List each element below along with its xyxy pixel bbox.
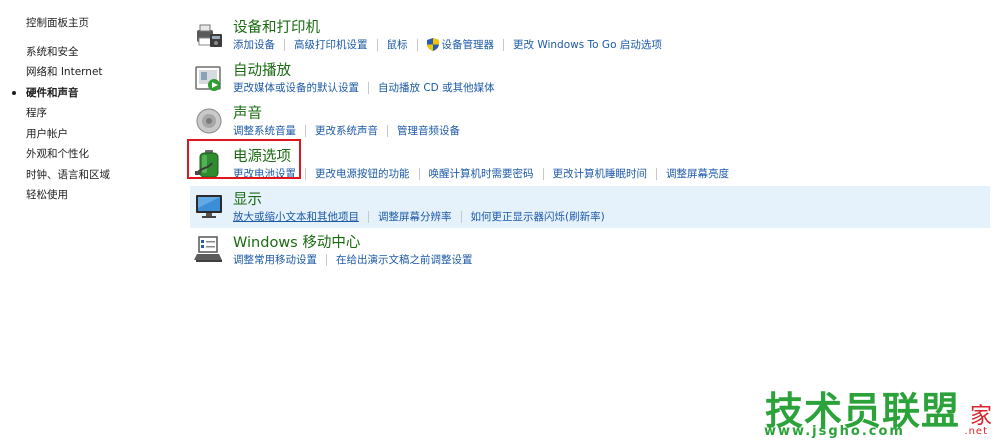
watermark: 技术员联盟 家 www.jsgho.com .net [760, 384, 992, 444]
watermark-url: www.jsgho.com [764, 424, 905, 439]
uac-shield-icon [426, 38, 439, 51]
category-links-mobility-center: 调整常用移动设置 在给出演示文稿之前调整设置 [233, 252, 473, 267]
sidebar-item-clock-language-region[interactable]: 时钟、语言和区域 [26, 165, 176, 186]
link-separator [284, 38, 285, 51]
category-title-mobility-center[interactable]: Windows 移动中心 [233, 231, 360, 252]
watermark-net: .net [964, 426, 988, 437]
link-separator [460, 210, 462, 223]
autoplay-icon[interactable] [194, 61, 224, 93]
category-title-autoplay[interactable]: 自动播放 [233, 59, 291, 80]
link-advanced-printer-setup[interactable]: 高级打印机设置 [294, 37, 368, 52]
link-separator [368, 210, 369, 223]
link-change-system-sounds[interactable]: 更改系统声音 [315, 123, 378, 138]
category-links-display: 放大或缩小文本和其他项目 调整屏幕分辨率 如何更正显示器闪烁(刷新率) [233, 209, 605, 224]
sidebar: 控制面板主页 系统和安全 网络和 Internet 硬件和声音 程序 用户帐户 … [12, 13, 176, 206]
mobility-center-icon[interactable] [194, 233, 224, 265]
category-display: 显示 放大或缩小文本和其他项目 调整屏幕分辨率 如何更正显示器闪烁(刷新率) [190, 186, 990, 228]
speaker-icon[interactable] [194, 104, 224, 136]
sidebar-item-appearance[interactable]: 外观和个性化 [26, 144, 176, 165]
sidebar-item-hardware-sound[interactable]: 硬件和声音 [12, 83, 176, 104]
link-separator [416, 38, 418, 51]
link-require-password-on-wakeup[interactable]: 唤醒计算机时需要密码 [429, 166, 534, 181]
link-separator [368, 81, 369, 94]
battery-icon[interactable] [194, 147, 224, 179]
link-change-battery-settings[interactable]: 更改电池设置 [233, 166, 296, 181]
sidebar-item-system-security[interactable]: 系统和安全 [26, 42, 176, 63]
category-autoplay: 自动播放 更改媒体或设备的默认设置 自动播放 CD 或其他媒体 [190, 57, 990, 99]
link-change-sleep-time[interactable]: 更改计算机睡眠时间 [553, 166, 648, 181]
link-change-power-button-function[interactable]: 更改电源按钮的功能 [315, 166, 410, 181]
category-title-power-options[interactable]: 电源选项 [233, 145, 291, 166]
link-separator [387, 124, 388, 137]
link-adjust-screen-brightness[interactable]: 调整屏幕亮度 [666, 166, 729, 181]
category-sound: 声音 调整系统音量 更改系统声音 管理音频设备 [190, 100, 990, 142]
category-title-devices-printers[interactable]: 设备和打印机 [233, 16, 320, 37]
sidebar-item-network-internet[interactable]: 网络和 Internet [26, 62, 176, 83]
category-title-sound[interactable]: 声音 [233, 102, 262, 123]
link-windows-to-go-startup[interactable]: 更改 Windows To Go 启动选项 [513, 37, 662, 52]
link-device-manager[interactable]: 设备管理器 [426, 37, 495, 52]
category-title-display[interactable]: 显示 [233, 188, 262, 209]
link-device-manager-label: 设备管理器 [441, 39, 495, 51]
link-separator [656, 167, 657, 180]
link-change-default-media-settings[interactable]: 更改媒体或设备的默认设置 [233, 80, 359, 95]
printer-icon[interactable] [194, 18, 224, 50]
category-devices-printers: 设备和打印机 添加设备 高级打印机设置 鼠标 设备管理器 更改 Windows … [190, 14, 990, 56]
link-add-device[interactable]: 添加设备 [233, 37, 275, 52]
link-separator [503, 38, 504, 51]
category-links-autoplay: 更改媒体或设备的默认设置 自动播放 CD 或其他媒体 [233, 80, 495, 95]
link-presentation-settings[interactable]: 在给出演示文稿之前调整设置 [336, 252, 473, 267]
link-adjust-screen-resolution[interactable]: 调整屏幕分辨率 [378, 209, 452, 224]
link-separator [376, 38, 378, 51]
link-mouse[interactable]: 鼠标 [387, 37, 408, 52]
link-separator [542, 167, 544, 180]
monitor-icon[interactable] [194, 190, 224, 222]
link-separator [305, 167, 306, 180]
link-fix-monitor-flicker[interactable]: 如何更正显示器闪烁(刷新率) [471, 209, 605, 224]
sidebar-item-ease-of-access[interactable]: 轻松使用 [26, 185, 176, 206]
sidebar-home-link[interactable]: 控制面板主页 [26, 13, 176, 34]
category-mobility-center: Windows 移动中心 调整常用移动设置 在给出演示文稿之前调整设置 [190, 229, 990, 271]
category-power-options: 电源选项 更改电池设置 更改电源按钮的功能 唤醒计算机时需要密码 更改计算机睡眠… [187, 139, 990, 185]
category-links-sound: 调整系统音量 更改系统声音 管理音频设备 [233, 123, 460, 138]
link-separator [305, 124, 306, 137]
link-separator [418, 167, 420, 180]
sidebar-item-programs[interactable]: 程序 [26, 103, 176, 124]
sidebar-item-user-accounts[interactable]: 用户帐户 [26, 124, 176, 145]
link-adjust-system-volume[interactable]: 调整系统音量 [233, 123, 296, 138]
link-manage-audio-devices[interactable]: 管理音频设备 [397, 123, 460, 138]
link-autoplay-cd[interactable]: 自动播放 CD 或其他媒体 [378, 80, 495, 95]
link-make-text-larger-smaller[interactable]: 放大或缩小文本和其他项目 [233, 209, 359, 224]
link-adjust-mobility-settings[interactable]: 调整常用移动设置 [233, 252, 317, 267]
category-links-power-options: 更改电池设置 更改电源按钮的功能 唤醒计算机时需要密码 更改计算机睡眠时间 调整… [233, 166, 729, 181]
link-separator [326, 253, 327, 266]
category-links-devices-printers: 添加设备 高级打印机设置 鼠标 设备管理器 更改 Windows To Go 启… [233, 37, 662, 52]
